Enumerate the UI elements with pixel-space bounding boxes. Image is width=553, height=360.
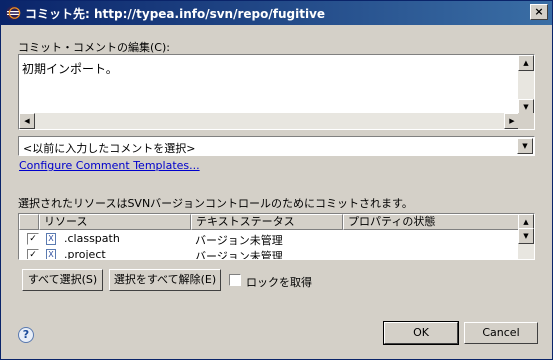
- ok-button[interactable]: OK: [383, 321, 459, 345]
- configure-templates-link[interactable]: Configure Comment Templates...: [19, 159, 200, 172]
- combo-selected-value: <以前に入力したコメントを選択>: [23, 142, 196, 155]
- text-status: バージョン未管理: [195, 234, 283, 247]
- comment-history-combo[interactable]: <以前に入力したコメントを選択> ▼: [18, 136, 535, 156]
- commit-dialog: コミット先: http://typea.info/svn/repo/fugiti…: [0, 0, 553, 360]
- eclipse-icon: [6, 6, 21, 20]
- resources-table: リソース テキストステータス プロパティの状態 ✓ X .classpath バ…: [18, 213, 535, 260]
- resources-label: 選択されたリソースはSVNバージョンコントロールのためにコミットされます。: [18, 197, 413, 210]
- lock-label: ロックを取得: [246, 276, 312, 289]
- cancel-button[interactable]: Cancel: [464, 322, 538, 344]
- window-title: コミット先: http://typea.info/svn/repo/fugiti…: [25, 7, 326, 21]
- column-header-check[interactable]: [19, 214, 39, 230]
- scroll-left-icon[interactable]: ◀: [19, 113, 35, 129]
- row-checkbox[interactable]: ✓: [27, 233, 39, 245]
- lock-checkbox[interactable]: [229, 274, 241, 286]
- title-bar: コミット先: http://typea.info/svn/repo/fugiti…: [1, 1, 552, 25]
- table-row[interactable]: ✓ X .classpath バージョン未管理: [19, 231, 519, 247]
- column-header-text-status[interactable]: テキストステータス: [191, 214, 343, 230]
- close-icon: ×: [534, 5, 544, 18]
- table-vertical-scrollbar[interactable]: ▲ ▼: [518, 214, 534, 259]
- select-all-button[interactable]: すべて選択(S): [22, 269, 103, 291]
- table-header: リソース テキストステータス プロパティの状態: [19, 214, 519, 230]
- row-checkbox[interactable]: ✓: [27, 249, 39, 259]
- deselect-all-button[interactable]: 選択をすべて解除(E): [109, 269, 221, 291]
- table-row[interactable]: ✓ X .project バージョン未管理: [19, 247, 519, 260]
- comment-textarea[interactable]: 初期インポート。 ▲ ▼ ◀ ▶: [18, 54, 535, 130]
- scroll-down-icon[interactable]: ▼: [518, 228, 534, 244]
- comment-text: 初期インポート。: [22, 62, 118, 76]
- resource-name: .classpath: [64, 232, 120, 245]
- column-header-property-status[interactable]: プロパティの状態: [343, 214, 519, 230]
- close-button[interactable]: ×: [530, 4, 548, 20]
- comment-label: コミット・コメントの編集(C):: [18, 41, 170, 54]
- scroll-corner: [518, 113, 534, 129]
- comment-horizontal-scrollbar[interactable]: ◀ ▶: [19, 113, 520, 129]
- resource-name: .project: [64, 248, 106, 260]
- column-header-resource[interactable]: リソース: [39, 214, 191, 230]
- file-icon: X: [46, 233, 56, 245]
- file-icon: X: [46, 249, 56, 259]
- chevron-down-icon[interactable]: ▼: [517, 138, 533, 154]
- help-icon[interactable]: ?: [18, 327, 34, 343]
- text-status: バージョン未管理: [195, 250, 283, 260]
- scroll-up-icon[interactable]: ▲: [518, 55, 534, 71]
- comment-vertical-scrollbar[interactable]: ▲ ▼: [518, 55, 534, 115]
